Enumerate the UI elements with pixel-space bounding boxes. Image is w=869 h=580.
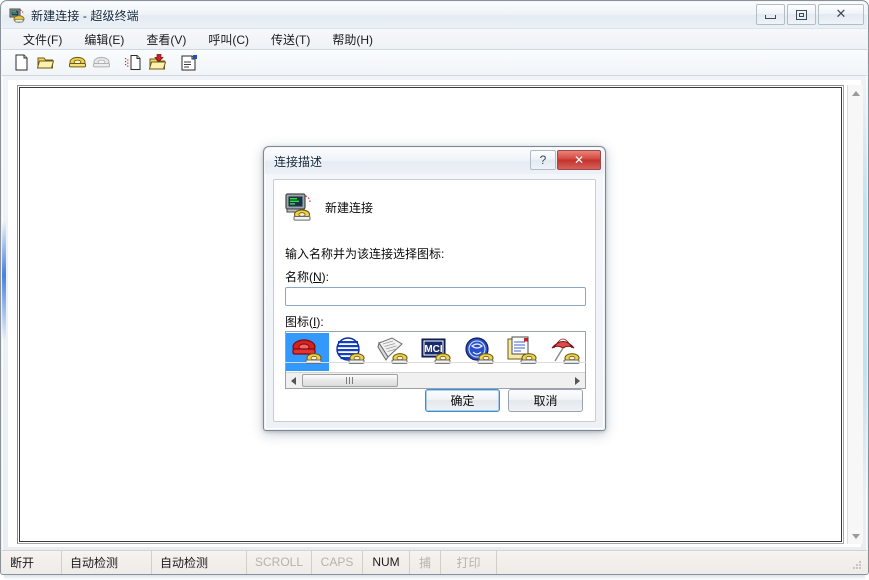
scrollbar-thumb[interactable] (302, 374, 398, 387)
close-icon: ✕ (573, 153, 585, 167)
dialog-header-row: 新建连接 (284, 191, 373, 223)
toolbar-open-button[interactable] (34, 52, 57, 74)
window-controls: ✕ (756, 4, 864, 25)
toolbar-send-file-button[interactable] (122, 52, 145, 74)
question-mark-icon: ? (539, 153, 547, 167)
dialog-title: 连接描述 (274, 155, 323, 169)
triangle-left-icon (291, 376, 296, 385)
new-connection-large-icon (284, 191, 316, 223)
properties-icon (181, 55, 197, 71)
close-icon: ✕ (835, 7, 847, 22)
toolbar (2, 50, 867, 76)
icon-strip: MCI (286, 332, 585, 372)
dialog-separator (285, 362, 586, 363)
icon-list-horizontal-scrollbar[interactable] (286, 372, 585, 388)
status-num: NUM (363, 550, 410, 574)
icon-mci[interactable]: MCI (415, 333, 458, 371)
aero-glow-left (2, 221, 6, 341)
toolbar-receive-file-button[interactable] (146, 52, 169, 74)
scroll-down-arrow[interactable] (848, 528, 864, 544)
scroll-up-arrow[interactable] (848, 85, 864, 101)
menu-call[interactable]: 呼叫(C) (199, 29, 258, 50)
connection-description-dialog: 连接描述 ? ✕ 新建连接 输入名称并为该连接选择图标: 名称(N): 图标(I… (263, 146, 606, 431)
name-label-accelerator: N (313, 270, 322, 284)
status-scroll: SCROLL (247, 550, 312, 574)
scroll-left-arrow[interactable] (286, 373, 301, 388)
menu-bar: 文件(F) 编辑(E) 查看(V) 呼叫(C) 传送(T) 帮助(H) (2, 28, 867, 50)
status-autodetect-1: 自动检测 (62, 550, 152, 574)
dialog-body: 新建连接 输入名称并为该连接选择图标: 名称(N): 图标(I): MCI 确定… (273, 179, 596, 422)
maximize-button[interactable] (787, 4, 816, 25)
dialog-help-button[interactable]: ? (530, 150, 556, 170)
toolbar-disconnect-button[interactable] (90, 52, 113, 74)
dialog-prompt-text: 输入名称并为该连接选择图标: (285, 247, 445, 261)
hyperterminal-icon (9, 7, 26, 24)
name-label-prefix: 名称( (285, 270, 313, 284)
receive-file-icon (148, 54, 167, 70)
hyperterminal-window: 新建连接 - 超级终端 ✕ 文件(F) 编辑(E) 查看(V) 呼叫(C) 传送… (0, 0, 869, 580)
menu-view[interactable]: 查看(V) (137, 29, 195, 50)
dialog-title-bar: 连接描述 ? ✕ (265, 148, 604, 174)
name-input[interactable] (285, 287, 586, 306)
triangle-up-icon (852, 90, 860, 96)
icon-label-suffix: ): (316, 315, 324, 329)
window-title: 新建连接 - 超级终端 (31, 9, 139, 23)
dialog-button-row: 确定 取消 (425, 389, 583, 412)
icon-list-label: 图标(I): (285, 313, 324, 330)
close-button[interactable]: ✕ (818, 4, 864, 25)
status-capture: 捕 (410, 550, 441, 574)
menu-file[interactable]: 文件(F) (14, 29, 71, 50)
open-folder-icon (36, 57, 54, 69)
terminal-vertical-scrollbar[interactable] (847, 85, 863, 544)
status-print: 打印 (441, 550, 497, 574)
scrollbar-grip-icon (346, 377, 354, 384)
minimize-icon (765, 15, 776, 19)
icon-newspaper[interactable] (372, 333, 415, 371)
resize-grip[interactable] (851, 558, 863, 570)
triangle-right-icon (575, 376, 580, 385)
minimize-button[interactable] (756, 4, 785, 25)
status-autodetect-2: 自动检测 (152, 550, 247, 574)
status-bar: 断开 自动检测 自动检测 SCROLL CAPS NUM 捕 打印 (2, 550, 867, 574)
name-label-suffix: ): (321, 270, 330, 284)
icon-label-prefix: 图标( (285, 315, 313, 329)
icon-red-phone[interactable] (286, 333, 329, 371)
icon-documents[interactable] (501, 333, 544, 371)
send-file-icon (125, 55, 141, 70)
svg-text:MCI: MCI (424, 344, 443, 355)
toolbar-call-button[interactable] (66, 52, 89, 74)
dialog-close-button[interactable]: ✕ (557, 150, 601, 170)
icon-umbrella[interactable] (544, 333, 585, 371)
icon-blue-globe[interactable] (329, 333, 372, 371)
name-field-label: 名称(N): (285, 268, 329, 285)
menu-help[interactable]: 帮助(H) (323, 29, 382, 50)
triangle-down-icon (852, 533, 860, 539)
toolbar-new-connection-button[interactable] (10, 52, 33, 74)
icon-list-box[interactable]: MCI (285, 331, 586, 389)
status-connection: 断开 (2, 550, 62, 574)
status-caps: CAPS (312, 550, 363, 574)
scroll-right-arrow[interactable] (570, 373, 585, 388)
maximize-icon (796, 9, 807, 20)
icon-ge-globe[interactable] (458, 333, 501, 371)
ok-button[interactable]: 确定 (425, 389, 500, 412)
new-connection-icon (15, 54, 28, 71)
dialog-window-controls: ? ✕ (530, 150, 601, 170)
toolbar-properties-button[interactable] (178, 52, 201, 74)
title-bar: 新建连接 - 超级终端 ✕ (2, 2, 867, 28)
menu-edit[interactable]: 编辑(E) (75, 29, 133, 50)
window-drop-shadow (4, 575, 865, 580)
call-phone-icon (69, 56, 86, 68)
disconnect-phone-icon (93, 56, 110, 68)
menu-transfer[interactable]: 传送(T) (262, 29, 319, 50)
dialog-header-label: 新建连接 (325, 200, 374, 215)
cancel-button[interactable]: 取消 (508, 389, 583, 412)
